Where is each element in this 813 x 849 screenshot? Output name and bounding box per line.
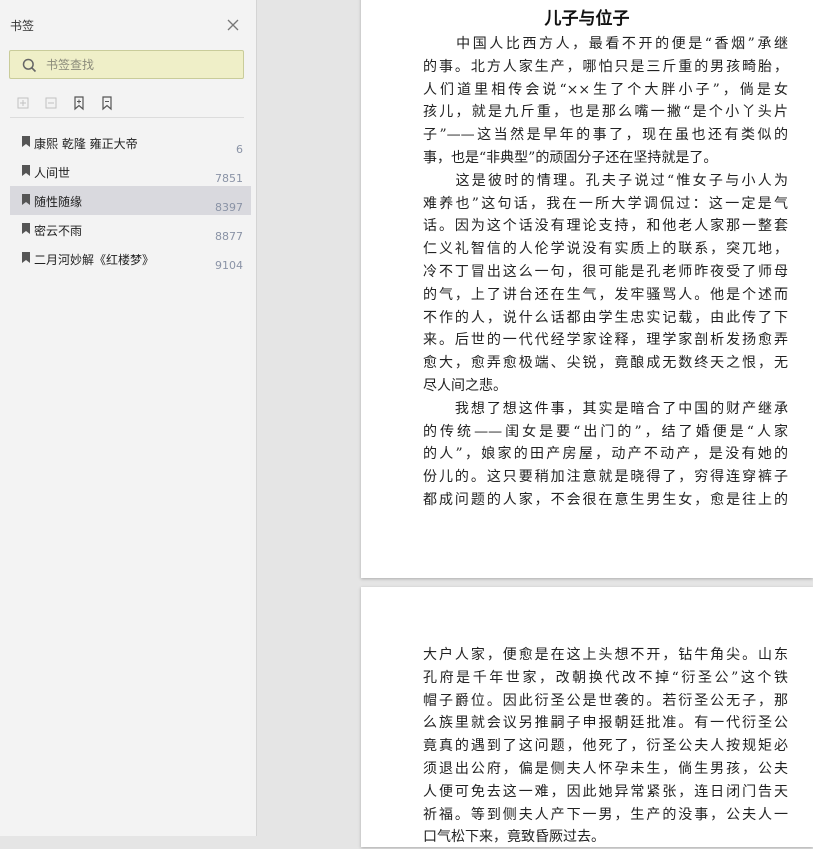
chapter-title: 儿子与位子 [544, 9, 630, 29]
text-line: 我想了想这件事，其实是暗合了中国的财产继承 [423, 400, 788, 417]
text-line: 事，也是“非典型”的顽固分子还在坚持就是了。 [423, 149, 718, 166]
bookmark-item[interactable]: 密云不雨 8877 [10, 215, 251, 244]
collapse-all-icon[interactable] [43, 95, 59, 111]
text-line: 冷不丁冒出这么一句，很可能是孔老师昨夜受了师母 [423, 263, 788, 280]
text-line: 人便可免去这一难，因此她异常紧张，连日闭门告天 [423, 783, 788, 800]
text-line: 孩儿，就是九斤重，也是那么嘴一撇“是个小丫头片 [423, 104, 788, 121]
text-line: 大户人家，便愈是在这上头想不开，钻牛角尖。山东 [423, 647, 788, 663]
text-line: 都成问题的人家，不会很在意生男生女，愈是往上的 [423, 491, 788, 508]
page-text: 大户人家，便愈是在这上头想不开，钻牛角尖。山东 孔府是千年世家，改朝换代改不掉“… [423, 644, 788, 849]
bookmark-label: 随性随缘 [34, 195, 83, 209]
search-icon [22, 58, 37, 73]
text-line: 这是彼时的情理。孔夫子说过“惟女子与小人为 [423, 172, 788, 189]
bookmark-list: 康熙 乾隆 雍正大帝 6 人间世 7851 随性随缘 8397 密云不雨 887… [10, 128, 251, 273]
close-icon[interactable] [226, 17, 240, 31]
text-line: 难养也”这句话，我在一所大学调侃过：这一定是气 [423, 195, 788, 212]
text-line: 的气，上了讲台还在生气，发牢骚骂人。他是个述而 [423, 286, 788, 303]
text-line: 份儿的。这只要稍加注意就是晓得了，穷得连穿裤子 [423, 469, 788, 486]
text-line: 竟真的遇到了这问题，他死了，衍圣公夫人按规矩必 [423, 738, 788, 755]
text-line: 的传统——闺女是要“出门的”，结了婚便是“人家 [423, 423, 788, 440]
text-line: 中国人比西方人，最看不开的便是“香烟”承继 [423, 36, 788, 52]
text-line: 子”——这当然是早年的事了，现在虽也还有类似的 [423, 127, 788, 144]
bookmark-icon [22, 165, 30, 176]
remove-bookmark-icon[interactable] [99, 95, 115, 111]
bookmark-label: 二月河妙解《红楼梦》 [34, 253, 155, 267]
bookmark-sidebar: 书签 康熙 乾隆 雍正大帝 6 人间世 [0, 0, 257, 836]
bookmark-page-number: 8877 [215, 230, 243, 243]
text-line: 的人”，娘家的田产房屋，动产不动产，是没有她的 [423, 446, 788, 463]
expand-all-icon[interactable] [15, 95, 31, 111]
text-line: 话。因为这个话没有理论支持，和他老人家那一整套 [423, 218, 788, 235]
bookmark-item[interactable]: 二月河妙解《红楼梦》 9104 [10, 244, 251, 273]
bookmark-label: 康熙 乾隆 雍正大帝 [34, 137, 138, 151]
text-line: 来。后世的一代代经学家诠释，理学家剖析发扬愈弄 [423, 332, 788, 349]
bookmark-label: 密云不雨 [34, 224, 83, 238]
bookmark-icon [22, 223, 30, 234]
text-line: 帽子爵位。因此衍圣公是世袭的。若衍圣公无子，那 [423, 692, 788, 709]
text-line: 不作的人，说什么话都由学生忠实记载，由此传了下 [423, 309, 788, 326]
bookmark-item[interactable]: 康熙 乾隆 雍正大帝 6 [10, 128, 251, 157]
page-text: 中国人比西方人，最看不开的便是“香烟”承继 的事。北方人家生产，哪怕只是三斤重的… [423, 33, 788, 512]
bookmark-search-input[interactable] [46, 56, 236, 74]
bookmark-icon [22, 194, 30, 205]
bookmark-page-number: 9104 [215, 259, 243, 272]
text-line: 孔府是千年世家，改朝换代改不掉“衍圣公”这个铁 [423, 669, 788, 686]
text-line: 仁义礼智信的人伦学说没有实质上的联系，突兀地， [423, 241, 788, 258]
bookmark-item-selected[interactable]: 随性随缘 8397 [10, 186, 251, 215]
document-page: 大户人家，便愈是在这上头想不开，钻牛角尖。山东 孔府是千年世家，改朝换代改不掉“… [361, 587, 813, 847]
add-bookmark-icon[interactable] [71, 95, 87, 111]
bookmark-page-number: 7851 [215, 172, 243, 185]
text-line: 祈福。等到侧夫人产下一男，生产的没事，公夫人一 [423, 806, 788, 823]
bookmark-label: 人间世 [34, 166, 71, 180]
text-line: 口气松下来，竟致昏厥过去。 [423, 829, 605, 846]
bookmark-icon [22, 252, 30, 263]
bookmark-search-box[interactable] [9, 50, 244, 79]
text-line: 尽人间之悲。 [423, 377, 507, 394]
sidebar-title: 书签 [10, 19, 35, 33]
text-line: 愈大，愈弄愈极端、尖锐，竟酿成无数终天之恨，无 [423, 355, 788, 372]
bookmark-item[interactable]: 人间世 7851 [10, 157, 251, 186]
text-line: 么族里就会议另推嗣子申报朝廷批准。有一代衍圣公 [423, 715, 788, 732]
text-line: 须退出公府，偏是侧夫人怀孕未生，倘生男孩，公夫 [423, 760, 788, 777]
bookmark-icon [22, 136, 30, 147]
text-line: 人们道里相传会说“××生了个大胖小子”，倘是女 [423, 81, 788, 98]
bookmark-page-number: 8397 [215, 201, 243, 214]
document-page: 儿子与位子 中国人比西方人，最看不开的便是“香烟”承继 的事。北方人家生产，哪怕… [361, 0, 813, 578]
bookmark-page-number: 6 [236, 143, 243, 156]
text-line: 的事。北方人家生产，哪怕只是三斤重的男孩畸胎， [423, 58, 788, 75]
sidebar-divider [10, 117, 244, 118]
